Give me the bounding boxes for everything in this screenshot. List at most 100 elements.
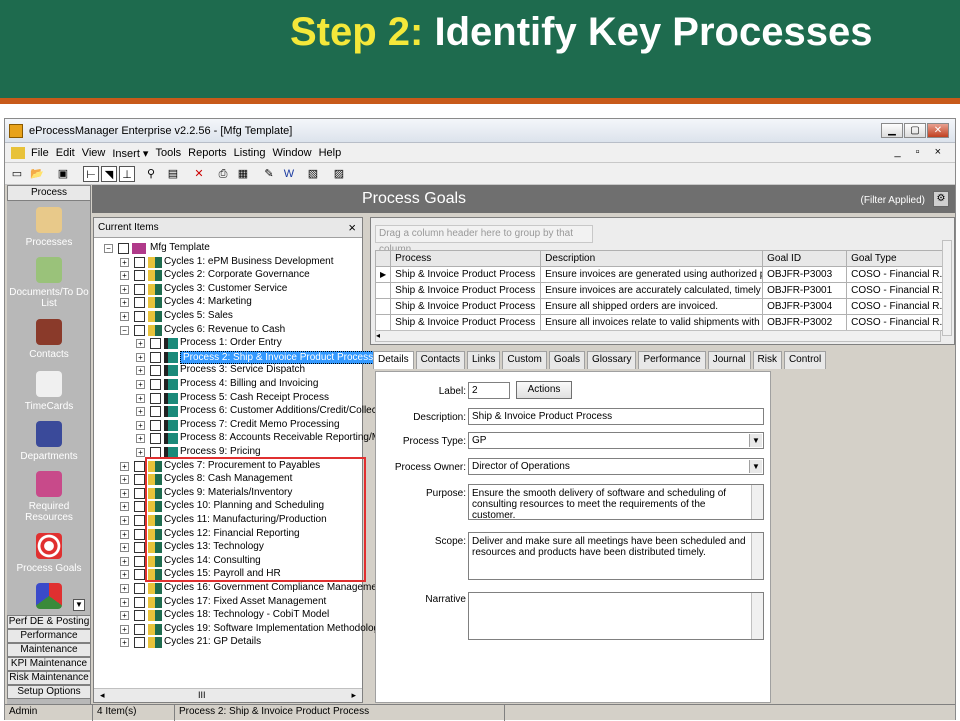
checkbox[interactable] — [134, 487, 145, 499]
actions-button[interactable]: Actions — [516, 381, 572, 399]
checkbox[interactable] — [150, 419, 161, 431]
edit-icon[interactable]: ✎ — [261, 166, 277, 182]
menu-item[interactable]: Listing — [234, 147, 266, 160]
checkbox[interactable] — [118, 243, 129, 254]
checkbox[interactable] — [150, 338, 161, 350]
tab-links[interactable]: Links — [467, 351, 501, 369]
table-row[interactable]: ▶ Ship & Invoice Product Process Ensure in… — [374, 266, 944, 283]
purpose-scrollbar[interactable] — [751, 485, 763, 519]
expand-icon[interactable]: + — [136, 380, 145, 389]
checkbox[interactable] — [134, 460, 145, 472]
checkbox[interactable] — [134, 555, 145, 567]
checkbox[interactable] — [134, 596, 145, 608]
find-icon[interactable]: ⚲ — [143, 166, 159, 182]
expand-icon[interactable]: + — [120, 543, 129, 553]
description-input[interactable]: Ship & Invoice Product Process — [468, 408, 764, 425]
filter-icon[interactable]: ⚙ — [933, 191, 949, 207]
minimize-button[interactable]: ▁ — [881, 123, 903, 138]
checkbox[interactable] — [134, 528, 145, 540]
column-header[interactable]: Goal ID — [762, 250, 848, 267]
expand-icon[interactable]: + — [136, 448, 145, 457]
expand-icon[interactable]: + — [120, 638, 129, 648]
chevron-down-icon[interactable]: ▼ — [749, 460, 762, 473]
tree-horizontal-scrollbar[interactable]: ◂ III ▸ — [94, 688, 362, 702]
checkbox[interactable] — [134, 637, 145, 649]
tree-flat-icon[interactable]: ⊥ — [119, 166, 135, 182]
checkbox[interactable] — [134, 515, 145, 526]
menu-item[interactable]: Reports — [188, 147, 227, 160]
column-header[interactable]: Goal Type — [846, 250, 944, 267]
expand-icon[interactable]: + — [120, 488, 129, 498]
open-icon[interactable]: 📂 — [29, 166, 45, 182]
tab-glossary[interactable]: Glossary — [586, 351, 637, 369]
expand-icon[interactable]: + — [136, 434, 145, 444]
menu-item[interactable]: Edit — [56, 147, 75, 160]
perf-de-posting-button[interactable]: Perf DE & Posting — [7, 615, 91, 629]
new-icon[interactable]: ▭ — [9, 166, 25, 182]
label-input[interactable]: 2 — [468, 382, 510, 399]
sidebar-item-departments[interactable]: Departments — [7, 421, 91, 462]
checkbox[interactable] — [134, 542, 145, 554]
expand-icon[interactable]: + — [120, 556, 129, 566]
checkbox[interactable] — [150, 379, 161, 390]
checkbox[interactable] — [134, 569, 145, 581]
maximize-button[interactable]: ▢ — [904, 123, 926, 138]
checkbox[interactable] — [150, 351, 161, 363]
column-header[interactable]: Process — [390, 250, 542, 267]
checkbox[interactable] — [134, 610, 145, 622]
checkbox[interactable] — [150, 365, 161, 377]
narrative-textarea[interactable] — [468, 592, 764, 640]
delete-icon[interactable]: ✕ — [191, 166, 207, 182]
save-icon[interactable]: ▣ — [55, 166, 71, 182]
tab-risk[interactable]: Risk — [752, 351, 782, 369]
maintenance-button[interactable]: Maintenance — [7, 643, 91, 657]
expand-icon[interactable]: + — [120, 298, 129, 308]
expand-icon[interactable]: + — [120, 570, 129, 580]
checkbox[interactable] — [134, 501, 145, 513]
sidebar-item-required-resources[interactable]: Required Resources — [7, 471, 91, 523]
tab-performance[interactable]: Performance — [638, 351, 706, 369]
expand-icon[interactable]: + — [136, 352, 145, 362]
column-header[interactable]: Description — [540, 250, 764, 267]
tab-control[interactable]: Control — [783, 351, 827, 369]
process-owner-select[interactable]: Director of Operations ▼ — [468, 458, 764, 475]
expand-icon[interactable]: + — [136, 366, 145, 376]
expand-icon[interactable]: + — [120, 529, 129, 539]
scope-scrollbar[interactable] — [751, 533, 763, 579]
expand-icon[interactable]: + — [120, 475, 129, 485]
menu-item[interactable]: Help — [319, 147, 342, 160]
checkbox[interactable] — [150, 406, 161, 418]
expand-icon[interactable]: + — [120, 597, 129, 607]
expand-icon[interactable]: + — [136, 339, 145, 349]
expand-icon[interactable]: + — [136, 407, 145, 417]
expand-icon[interactable]: + — [120, 502, 129, 512]
chevron-down-icon[interactable]: ▼ — [73, 599, 85, 611]
expand-icon[interactable]: + — [120, 516, 129, 525]
checkbox[interactable] — [150, 392, 161, 404]
sidebar-item-process-goals[interactable]: Process Goals — [7, 533, 91, 574]
purpose-textarea[interactable]: Ensure the smooth delivery of software a… — [468, 484, 764, 521]
tab-details[interactable]: Details — [373, 351, 414, 369]
collapse-icon[interactable]: − — [104, 244, 113, 253]
close-button[interactable]: ✕ — [927, 123, 949, 138]
tree-view-icon[interactable]: ⊢ — [83, 166, 99, 182]
checkbox[interactable] — [134, 583, 145, 594]
table-row[interactable]: Ship & Invoice Product Process Ensure inv… — [374, 282, 944, 299]
menu-item[interactable]: File — [31, 147, 49, 160]
chevron-down-icon[interactable]: ▼ — [749, 434, 762, 447]
group-by-zone[interactable]: Drag a column header here to group by th… — [375, 225, 593, 255]
risk-maintenance-button[interactable]: Risk Maintenance — [7, 671, 91, 685]
table-row[interactable]: Ship & Invoice Product Process Ensure all… — [374, 298, 944, 315]
performance-button[interactable]: Performance — [7, 629, 91, 643]
process-type-select[interactable]: GP ▼ — [468, 432, 764, 449]
expand-icon[interactable]: + — [120, 284, 129, 294]
checkbox[interactable] — [134, 256, 145, 268]
add-item-icon[interactable]: ▤ — [165, 166, 181, 182]
menu-item[interactable]: Insert ▾ — [112, 147, 148, 160]
setup-options-button[interactable]: Setup Options — [7, 685, 91, 699]
tab-custom[interactable]: Custom — [502, 351, 547, 369]
expand-icon[interactable]: + — [120, 611, 129, 621]
print-icon[interactable]: ⎙ — [215, 166, 231, 182]
checkbox[interactable] — [150, 433, 161, 445]
export-icon[interactable]: ▨ — [331, 166, 347, 182]
